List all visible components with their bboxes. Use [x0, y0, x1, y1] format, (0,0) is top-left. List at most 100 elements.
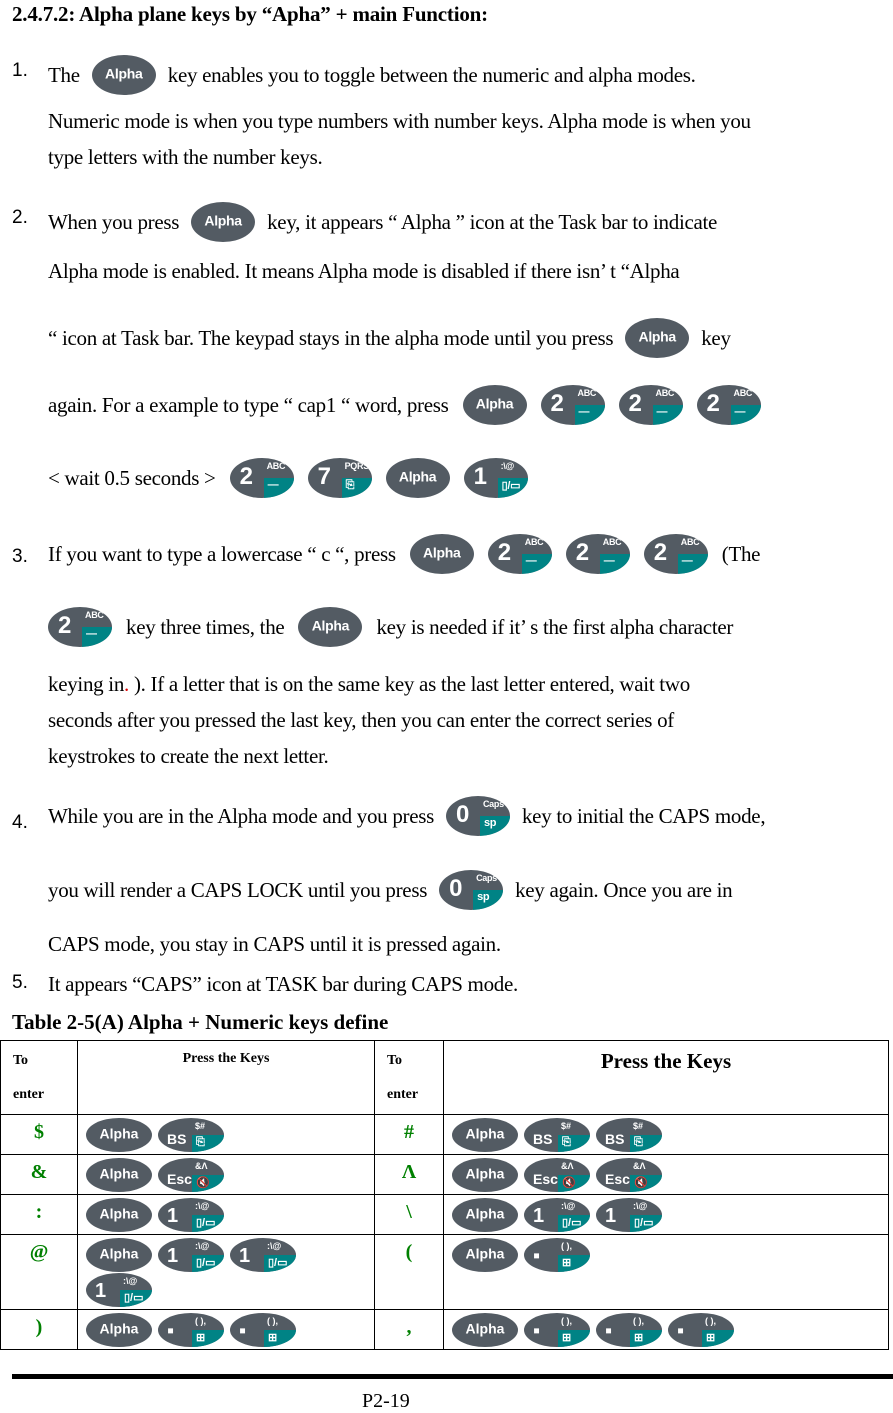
key-one-icon: 1:\@ ▯/▭	[158, 1238, 224, 1272]
key-esc-icon: Esc &Λ 🔇	[596, 1158, 662, 1192]
symbol-cell: &	[0, 1154, 78, 1195]
table-row: @ Alpha 1:\@ ▯/▭ 1:\@ ▯/▭ 1:\@ ▯/▭(Alpha ▪( ), ⊞	[0, 1234, 889, 1310]
section-heading: 2.4.7.2: Alpha plane keys by “Apha” + ma…	[12, 2, 488, 26]
line-text: key, it appears “ Alpha ” icon at the Ta…	[267, 209, 718, 234]
symbol-cell: )	[0, 1309, 78, 1350]
symbol-cell: #	[374, 1114, 444, 1155]
paragraph-line: keystrokes to create the next letter.	[48, 744, 329, 768]
alpha-key-icon: Alpha	[86, 1198, 152, 1232]
line-text: key three times, the	[126, 614, 285, 639]
key-dot-icon: ▪( ), ⊞	[596, 1313, 662, 1347]
key-sequence-cell: Alpha 1:\@ ▯/▭ 1:\@ ▯/▭	[443, 1194, 889, 1235]
paragraph-line: Numeric mode is when you type numbers wi…	[48, 109, 751, 133]
key-dot-icon: ▪( ), ⊞	[230, 1313, 296, 1347]
alpha-key-icon: Alpha	[86, 1238, 152, 1272]
key-glyph: 1:\@ ▯/▭	[596, 1198, 662, 1232]
key-2-abc-icon: 2 ABC —	[565, 534, 630, 574]
footer-rule	[12, 1374, 893, 1379]
key-2-abc-icon: 2 ABC —	[540, 385, 605, 425]
symbol-cell: :	[0, 1194, 78, 1235]
line-text: While you are in the Alpha mode and you …	[48, 803, 434, 828]
header-to-enter: To enter	[0, 1040, 78, 1115]
item-number: 4.	[12, 812, 28, 833]
key-2-abc-icon: 2 ABC —	[48, 607, 112, 647]
line-text: If you want to type a lowercase “ c “, p…	[48, 541, 396, 566]
key-one-icon: 1:\@ ▯/▭	[230, 1238, 296, 1272]
key-2-abc-icon: 2 ABC —	[643, 534, 708, 574]
key-sequence-cell: Alpha 1:\@ ▯/▭ 1:\@ ▯/▭ 1:\@ ▯/▭	[77, 1234, 375, 1310]
line-text: again. For a example to type “ cap1 “ wo…	[48, 392, 449, 417]
line-text: < wait 0.5 seconds >	[48, 465, 216, 490]
alpha-key-icon: Alpha	[86, 1118, 152, 1152]
alpha-key-icon: Alpha	[452, 1118, 518, 1152]
table-caption: Table 2-5(A) Alpha + Numeric keys define	[12, 1010, 389, 1034]
symbol-cell: \	[374, 1194, 444, 1235]
paragraph-line: While you are in the Alpha mode and you …	[48, 796, 766, 836]
key-glyph: Alpha	[86, 1118, 152, 1152]
line-text: key to initial the CAPS mode,	[521, 803, 766, 828]
line-text: “ icon at Task bar. The keypad stays in …	[48, 325, 614, 350]
alpha-key-icon: Alpha	[409, 534, 474, 574]
key-glyph: BS $# ⎘	[524, 1118, 590, 1152]
alpha-key-icon: Alpha	[452, 1238, 518, 1272]
line-text: key enables you to toggle between the nu…	[167, 62, 696, 87]
key-2-abc-icon: 2 ABC —	[487, 534, 552, 574]
alpha-key-icon: Alpha	[462, 385, 527, 425]
key-glyph: BS $# ⎘	[158, 1118, 224, 1152]
paragraph-line: If you want to type a lowercase “ c “, p…	[48, 534, 761, 574]
alpha-key-icon: Alpha	[91, 55, 156, 95]
key-glyph: Esc &Λ 🔇	[524, 1158, 590, 1192]
header-press-keys: Press the Keys	[443, 1040, 889, 1115]
item-number: 2.	[12, 207, 28, 228]
paragraph-line: type letters with the number keys.	[48, 145, 323, 169]
table-row: $ Alpha BS $# ⎘ # Alpha BS $# ⎘ BS $# ⎘	[0, 1114, 889, 1155]
page-number: P2-19	[362, 1390, 410, 1412]
key-glyph: Alpha	[452, 1198, 518, 1232]
key-glyph: ▪( ), ⊞	[524, 1238, 590, 1272]
line-text: The	[48, 62, 80, 87]
table-row: & Alpha Esc &Λ 🔇 Λ Alpha Esc &Λ 🔇 Esc &Λ 🔇	[0, 1154, 889, 1195]
table-row: : Alpha 1:\@ ▯/▭ \ Alpha 1:\@ ▯/▭ 1:\@ ▯/▭	[0, 1194, 889, 1235]
key-dot-icon: ▪( ), ⊞	[524, 1313, 590, 1347]
key-sequence-cell: Alpha ▪( ), ⊞ ▪( ), ⊞	[77, 1309, 375, 1350]
paragraph-line: “ icon at Task bar. The keypad stays in …	[48, 318, 731, 358]
key-glyph: ▪( ), ⊞	[524, 1313, 590, 1347]
alpha-key-icon: Alpha	[298, 607, 363, 647]
key-sequence-cell: Alpha 1:\@ ▯/▭	[77, 1194, 375, 1235]
paragraph-line: CAPS mode, you stay in CAPS until it is …	[48, 932, 501, 956]
key-glyph: 1:\@ ▯/▭	[86, 1273, 152, 1307]
symbol-cell: ,	[374, 1309, 444, 1350]
alpha-key-icon: Alpha	[191, 202, 256, 242]
line-text: you will render a CAPS LOCK until you pr…	[48, 877, 428, 902]
line-text: When you press	[48, 209, 180, 234]
key-sequence-cell: Alpha ▪( ), ⊞	[443, 1234, 889, 1310]
item-number: 1.	[12, 60, 28, 81]
key-sequence-cell: Alpha BS $# ⎘	[77, 1114, 375, 1155]
key-dot-icon: ▪( ), ⊞	[158, 1313, 224, 1347]
paragraph-line: you will render a CAPS LOCK until you pr…	[48, 870, 733, 910]
item-number: 3.	[12, 546, 28, 567]
key-esc-icon: Esc &Λ 🔇	[524, 1158, 590, 1192]
key-one-icon: 1:\@ ▯/▭	[86, 1273, 152, 1307]
symbol-cell: (	[374, 1234, 444, 1310]
line-text: key	[701, 325, 731, 350]
key-glyph: Alpha	[452, 1313, 518, 1347]
alpha-key-icon: Alpha	[86, 1158, 152, 1192]
key-glyph: 1:\@ ▯/▭	[158, 1238, 224, 1272]
key-1-icon: 1:\@ ▯/▭	[463, 458, 528, 498]
key-glyph: ▪( ), ⊞	[230, 1313, 296, 1347]
paragraph-line: seconds after you pressed the last key, …	[48, 708, 674, 732]
alpha-key-icon: Alpha	[625, 318, 690, 358]
key-one-icon: 1:\@ ▯/▭	[596, 1198, 662, 1232]
key-glyph: Alpha	[452, 1118, 518, 1152]
table-row: ) Alpha ▪( ), ⊞ ▪( ), ⊞, Alpha ▪( ), ⊞ ▪( ), ⊞ ▪( )…	[0, 1309, 889, 1350]
symbol-cell: @	[0, 1234, 78, 1310]
header-press-keys: Press the Keys	[77, 1040, 375, 1115]
key-one-icon: 1:\@ ▯/▭	[158, 1198, 224, 1232]
key-glyph: Esc &Λ 🔇	[158, 1158, 224, 1192]
key-7-pqrs-icon: 7 PQRS ⎘	[307, 458, 372, 498]
key-glyph: Alpha	[452, 1158, 518, 1192]
symbol-cell: $	[0, 1114, 78, 1155]
paragraph-line: It appears “CAPS” icon at TASK bar durin…	[48, 972, 518, 996]
alpha-key-icon: Alpha	[452, 1158, 518, 1192]
